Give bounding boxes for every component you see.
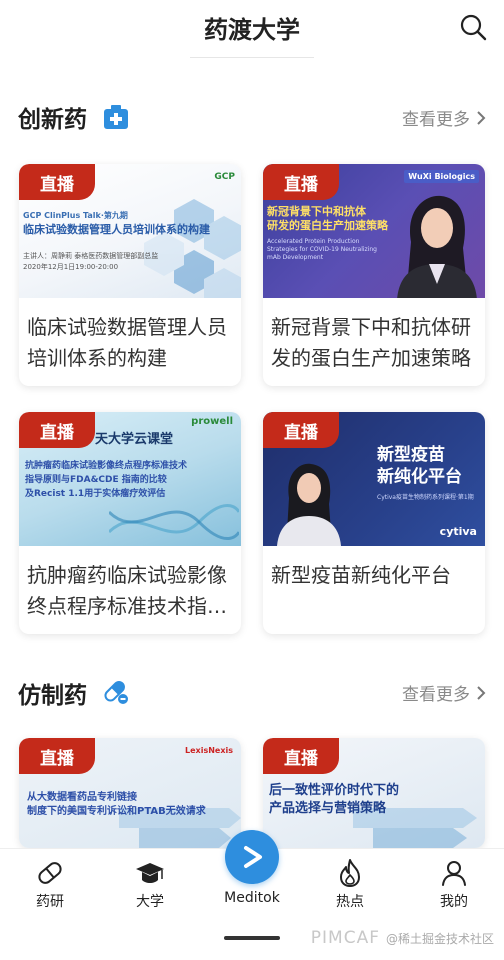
chevron-right-icon bbox=[477, 685, 486, 700]
medical-kit-icon bbox=[104, 105, 128, 129]
live-badge: 直播 bbox=[263, 164, 339, 200]
tab-label: 热点 bbox=[336, 894, 364, 910]
logo: WuXi Biologics bbox=[404, 170, 479, 183]
course-card[interactable]: 后一致性评价时代下的 产品选择与营销策略 直播 bbox=[263, 738, 485, 848]
logo: GCP bbox=[214, 172, 235, 182]
header-divider bbox=[190, 57, 314, 58]
thumb-line: 抗肿瘤药临床试验影像终点程序标准技术 bbox=[25, 461, 188, 471]
live-badge: 直播 bbox=[263, 738, 339, 774]
more-label: 查看更多 bbox=[402, 685, 470, 705]
dna-decoration bbox=[109, 503, 239, 541]
thumb-line: 新纯化平台 bbox=[377, 467, 462, 487]
graduation-cap-icon bbox=[136, 863, 164, 883]
watermark-text: PIMCAF bbox=[310, 928, 380, 948]
live-badge: 直播 bbox=[19, 738, 95, 774]
thumb-line: 从大数据看药品专利链接 bbox=[27, 792, 137, 803]
thumb-line: 研发的蛋白生产加速策略 bbox=[267, 219, 388, 232]
home-indicator bbox=[224, 936, 280, 940]
thumb-line: 新冠背景下中和抗体 bbox=[267, 205, 366, 218]
capsule-icon bbox=[38, 862, 62, 884]
thumb-line: 产品选择与营销策略 bbox=[269, 801, 387, 816]
hexagon-decoration bbox=[144, 199, 241, 298]
thumb-line: Cytiva疫苗生物制药系列课程·第1期 bbox=[377, 494, 474, 501]
speaker-photo bbox=[397, 195, 477, 298]
logo: cytiva bbox=[439, 525, 477, 538]
flame-icon bbox=[340, 859, 360, 887]
search-icon[interactable] bbox=[458, 12, 488, 42]
tab-wode[interactable]: 我的 bbox=[404, 849, 504, 919]
more-link-innovative[interactable]: 查看更多 bbox=[402, 105, 486, 130]
tab-label: 我的 bbox=[440, 894, 468, 910]
logo: prowell bbox=[191, 416, 233, 427]
course-title: 新型疫苗新纯化平台 bbox=[271, 563, 451, 587]
live-badge: 直播 bbox=[19, 412, 95, 448]
watermark: PIMCAF @稀土掘金技术社区 bbox=[311, 928, 494, 948]
tab-label: 药研 bbox=[36, 894, 64, 910]
tab-redian[interactable]: 热点 bbox=[300, 849, 400, 919]
course-card[interactable]: LexisNexis 从大数据看药品专利链接 制度下的美国专利诉讼和PTAB无效… bbox=[19, 738, 241, 848]
page-title: 药渡大学 bbox=[204, 16, 300, 44]
thumb-line: 后一致性评价时代下的 bbox=[269, 783, 400, 798]
course-card[interactable]: prowell 天大学云课堂 抗肿瘤药临床试验影像终点程序标准技术 指导原则与F… bbox=[19, 412, 241, 634]
chevron-right-icon bbox=[477, 110, 486, 125]
thumb-line: GCP ClinPlus Talk·第九期 bbox=[23, 211, 128, 220]
course-title: 临床试验数据管理人员培训体系的构建 bbox=[27, 315, 227, 370]
tab-label: 大学 bbox=[136, 894, 164, 910]
pill-icon bbox=[104, 681, 128, 704]
live-badge: 直播 bbox=[19, 164, 95, 200]
meditok-button[interactable] bbox=[225, 830, 279, 884]
section-title-innovative: 创新药 bbox=[18, 107, 87, 133]
watermark-text: @稀土掘金技术社区 bbox=[385, 931, 494, 946]
course-card[interactable]: 新型疫苗 新纯化平台 Cytiva疫苗生物制药系列课程·第1期 cytiva 直… bbox=[263, 412, 485, 634]
thumb-line: 新型疫苗 bbox=[377, 445, 445, 465]
course-card[interactable]: GCP GCP ClinPlus Talk·第九期 临床试验数据管理人员培训体系… bbox=[19, 164, 241, 386]
course-title: 新冠背景下中和抗体研发的蛋白生产加速策略 bbox=[271, 315, 471, 370]
thumb-line: 指导原则与FDA&CDE 指南的比较 bbox=[25, 475, 167, 485]
thumb-line: Accelerated Protein Production Strategie… bbox=[267, 238, 377, 261]
app-header: 药渡大学 bbox=[0, 0, 504, 58]
thumb-line: 临床试验数据管理人员培训体系的构建 bbox=[23, 223, 210, 236]
section-title-generic: 仿制药 bbox=[18, 683, 87, 709]
thumb-line: 及Recist 1.1用于实体瘤疗效评估 bbox=[25, 489, 166, 499]
more-link-generic[interactable]: 查看更多 bbox=[402, 680, 486, 705]
live-badge: 直播 bbox=[263, 412, 339, 448]
tab-daxue[interactable]: 大学 bbox=[100, 849, 200, 919]
more-label: 查看更多 bbox=[402, 110, 470, 130]
speaker-photo bbox=[277, 463, 341, 546]
user-icon bbox=[442, 861, 466, 886]
thumb-line: 天大学云课堂 bbox=[95, 432, 174, 447]
thumb-line: 制度下的美国专利诉讼和PTAB无效请求 bbox=[27, 806, 206, 817]
thumb-line: 2020年12月1日19:00-20:00 bbox=[23, 263, 119, 271]
tab-label: Meditok bbox=[224, 890, 280, 906]
course-title: 抗肿瘤药临床试验影像终点程序标准技术指导原则 bbox=[27, 563, 227, 618]
course-card[interactable]: WuXi Biologics 新冠背景下中和抗体 研发的蛋白生产加速策略 Acc… bbox=[263, 164, 485, 386]
play-icon bbox=[244, 846, 262, 868]
logo: LexisNexis bbox=[185, 746, 233, 755]
tab-yaoyan[interactable]: 药研 bbox=[0, 849, 100, 919]
